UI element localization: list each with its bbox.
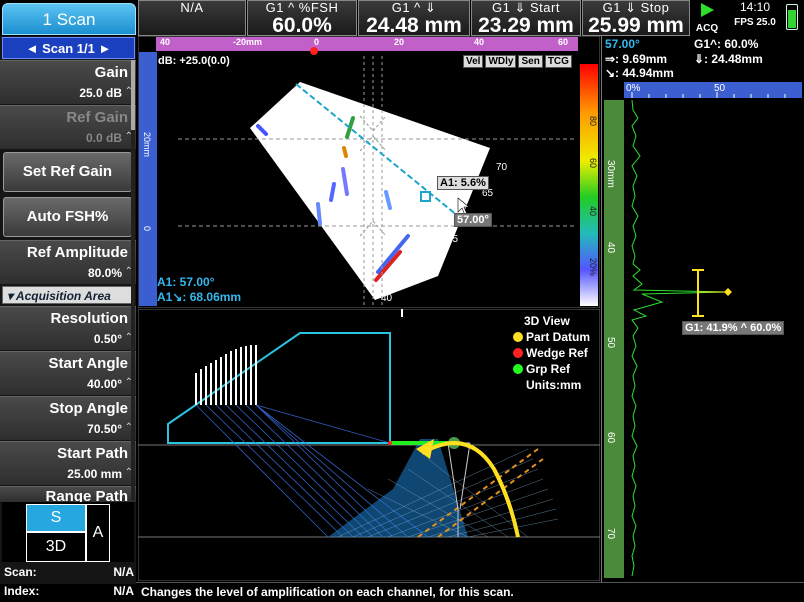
ruler-tick: 40 — [474, 37, 484, 47]
sidebar-scrollbar[interactable] — [131, 60, 135, 500]
ruler-tick: 0% — [626, 83, 641, 94]
view-3d[interactable]: 3D View Part Datum Wedge Ref Grp Ref Uni… — [138, 309, 600, 581]
section-acquisition-area[interactable]: ▾ Acquisition Area — [2, 286, 135, 304]
ascan-angle: 57.00° — [605, 37, 640, 51]
left-ruler — [139, 52, 157, 306]
palette-tick: 60 — [588, 158, 598, 168]
palette-tick: 80 — [588, 116, 598, 126]
legend-wedge-ref: Wedge Ref — [526, 346, 589, 360]
view-3d-button[interactable]: 3D — [26, 532, 86, 562]
reading-stop[interactable]: G1 ⇓ Stop 25.99 mm — [582, 0, 690, 37]
reading-start[interactable]: G1 ⇓ Start 23.29 mm — [471, 0, 581, 37]
status-bar: Changes the level of amplification on ea… — [136, 582, 804, 602]
wedge-ref-icon — [513, 348, 523, 358]
cursor-angle-tag: 57.00° — [454, 213, 492, 227]
ascan-reading-1: ⇒: 9.69mm — [605, 52, 668, 66]
index-value: N/A — [113, 584, 134, 598]
param-resolution[interactable]: Resolution 0.50° ⌃ — [0, 306, 136, 350]
param-ref-amplitude[interactable]: Ref Amplitude 80.0% ⌃ — [0, 240, 136, 284]
ruler-tick: 20 — [394, 37, 404, 47]
a1-angle: A1: 57.00° — [157, 275, 215, 289]
reading-depth[interactable]: G1 ^ ⇓ 24.48 mm — [358, 0, 470, 37]
param-gain[interactable]: Gain 25.0 dB ⌃ — [0, 60, 136, 104]
gate-peak-marker — [724, 288, 732, 296]
angle-label: 50 — [427, 256, 439, 267]
auto-fsh-button[interactable]: Auto FSH% — [3, 197, 132, 237]
ruler-tick: 30mm — [605, 160, 616, 188]
ruler-tick: 40 — [605, 242, 616, 254]
legend-part-datum: Part Datum — [526, 330, 590, 344]
ruler-tick: 20mm — [142, 132, 152, 157]
reading-1[interactable]: N/A — [138, 0, 246, 36]
angle-label: 55 — [447, 234, 459, 245]
scan-selector[interactable]: ◄ Scan 1/1 ► — [2, 37, 135, 59]
ruler-tick: 60 — [558, 37, 568, 47]
play-icon — [701, 3, 714, 17]
grp-ref-icon — [513, 364, 523, 374]
s-scan-view[interactable]: 40 -20mm 0 20 40 60 20mm 0 80 60 40 20% — [138, 36, 600, 308]
gate-tag: G1: 41.9% ^ 60.0% — [682, 321, 785, 335]
chip-vel[interactable]: Vel — [463, 55, 484, 68]
ruler-tick: 0 — [142, 226, 152, 231]
param-ref-gain: Ref Gain 0.0 dB ⌃ — [0, 105, 136, 149]
a1-path: A1↘: 68.06mm — [157, 290, 242, 304]
ruler-tick: 0 — [314, 37, 319, 47]
wedge-ref-point — [388, 441, 392, 445]
correction-chips: Vel WDly Sen TCG — [463, 55, 572, 68]
amplitude-ruler — [624, 82, 802, 98]
angle-label: 40 — [381, 293, 393, 304]
palette-tick: 20% — [588, 258, 598, 276]
angle-label: 70 — [496, 162, 508, 173]
view-3d-title: 3D View — [524, 314, 570, 328]
ruler-tick: -20mm — [233, 37, 262, 47]
param-start-path[interactable]: Start Path 25.00 mm ⌃ — [0, 441, 136, 485]
ascan-reading-2: ⇓: 24.48mm — [694, 52, 763, 66]
reading-fsh[interactable]: G1 ^ %FSH 60.0% — [247, 0, 357, 37]
ruler-tick: 70 — [605, 528, 616, 540]
set-ref-gain-button[interactable]: Set Ref Gain — [3, 152, 132, 192]
db-label: dB: +25.0(0.0) — [158, 55, 230, 67]
chip-wdly[interactable]: WDly — [485, 55, 517, 68]
clock: 14:10 FPS 25.0 — [734, 0, 776, 28]
chip-tcg[interactable]: TCG — [544, 55, 572, 68]
battery-icon — [786, 4, 798, 30]
chip-sen[interactable]: Sen — [518, 55, 543, 68]
param-range-path[interactable]: Range Path — [0, 486, 136, 502]
part-datum-icon — [513, 332, 523, 342]
legend-grp-ref: Grp Ref — [526, 362, 571, 376]
param-stop-angle[interactable]: Stop Angle 70.50° ⌃ — [0, 396, 136, 440]
index-label: Index: — [4, 584, 40, 598]
acquisition-indicator[interactable]: ACQ — [692, 0, 722, 36]
tab-scan[interactable]: 1 Scan — [2, 3, 136, 35]
ascan-reading-3: ↘: 44.94mm — [605, 66, 674, 80]
view-a-button[interactable]: A — [86, 504, 110, 562]
view-s-button[interactable]: S — [26, 504, 86, 532]
ruler-tick: 40 — [160, 37, 170, 47]
ruler-tick: 60 — [605, 432, 616, 444]
ruler-tick: 50 — [605, 337, 616, 349]
ascan-gate-fsh: G1^: 60.0% — [694, 37, 759, 51]
scan-label: Scan: — [4, 565, 37, 579]
a-scan-signal — [631, 99, 729, 577]
scan-value: N/A — [113, 565, 134, 579]
gate-g1[interactable] — [692, 269, 728, 317]
units-label: Units:mm — [526, 378, 581, 392]
top-ruler — [156, 37, 578, 51]
param-start-angle[interactable]: Start Angle 40.00° ⌃ — [0, 351, 136, 395]
palette-tick: 40 — [588, 206, 598, 216]
ruler-tick: 50 — [714, 83, 726, 94]
angle-label: 45 — [405, 276, 417, 287]
wedge-ref-marker — [310, 47, 318, 55]
cursor-amplitude-tag: A1: 5.6% — [437, 176, 489, 190]
